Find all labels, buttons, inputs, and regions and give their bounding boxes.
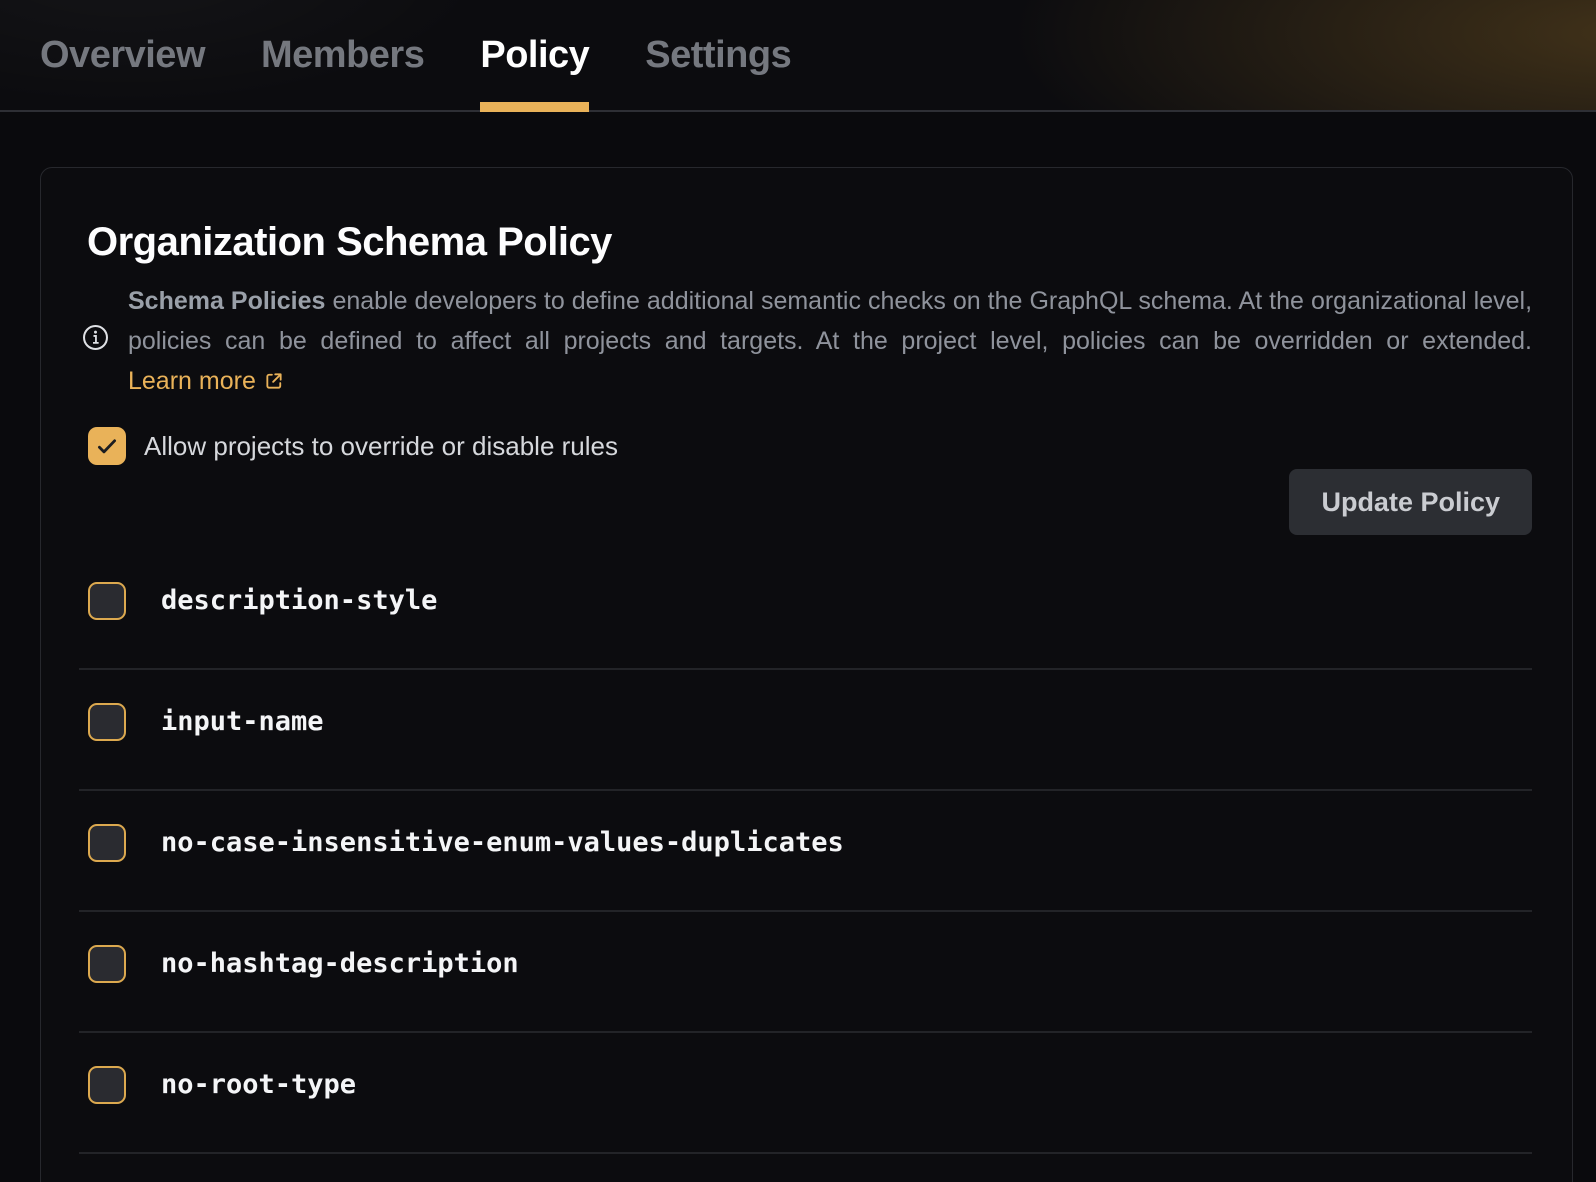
active-tab-underline bbox=[480, 102, 589, 112]
rule-row-no-root-type: no-root-type bbox=[79, 1033, 1532, 1154]
learn-more-link[interactable]: Learn more bbox=[128, 367, 284, 395]
external-link-icon bbox=[264, 371, 284, 391]
rule-row-no-hashtag-description: no-hashtag-description bbox=[79, 912, 1532, 1033]
description-lead: Schema Policies bbox=[128, 287, 325, 315]
allow-override-row: Allow projects to override or disable ru… bbox=[88, 427, 1532, 465]
rule-name: no-case-insensitive-enum-values-duplicat… bbox=[161, 827, 844, 858]
learn-more-label: Learn more bbox=[128, 367, 256, 395]
tab-members[interactable]: Members bbox=[261, 0, 424, 110]
info-circle-icon bbox=[82, 324, 109, 351]
rule-checkbox-no-root-type[interactable] bbox=[88, 1066, 126, 1104]
rule-name: description-style bbox=[161, 585, 437, 616]
rule-checkbox-no-hashtag-description[interactable] bbox=[88, 945, 126, 983]
tab-policy-label: Policy bbox=[480, 34, 589, 77]
tab-policy[interactable]: Policy bbox=[480, 0, 589, 110]
rule-name: no-root-type bbox=[161, 1069, 356, 1100]
rules-list: description-style input-name no-case-ins… bbox=[79, 549, 1532, 1154]
tab-members-label: Members bbox=[261, 34, 424, 77]
allow-override-checkbox[interactable] bbox=[88, 427, 126, 465]
schema-policy-card: Organization Schema Policy Schema Polici… bbox=[40, 167, 1573, 1182]
policy-description: Schema Policies enable developers to def… bbox=[79, 281, 1532, 401]
tab-bar: Overview Members Policy Settings bbox=[0, 0, 1596, 110]
tab-overview-label: Overview bbox=[40, 34, 205, 77]
rule-name: input-name bbox=[161, 706, 324, 737]
page-title: Organization Schema Policy bbox=[87, 220, 1532, 265]
page-header: Overview Members Policy Settings bbox=[0, 0, 1596, 112]
update-policy-button[interactable]: Update Policy bbox=[1289, 469, 1532, 535]
main-content: Organization Schema Policy Schema Polici… bbox=[0, 112, 1596, 1182]
allow-override-label: Allow projects to override or disable ru… bbox=[144, 431, 618, 462]
tab-settings-label: Settings bbox=[645, 34, 791, 77]
rule-checkbox-no-case-insensitive-enum-values-duplicates[interactable] bbox=[88, 824, 126, 862]
tab-settings[interactable]: Settings bbox=[645, 0, 791, 110]
rule-name: no-hashtag-description bbox=[161, 948, 519, 979]
rule-row-no-case-insensitive-enum-values-duplicates: no-case-insensitive-enum-values-duplicat… bbox=[79, 791, 1532, 912]
policy-description-text: Schema Policies enable developers to def… bbox=[128, 281, 1532, 401]
actions-row: Update Policy bbox=[79, 469, 1532, 535]
rule-checkbox-input-name[interactable] bbox=[88, 703, 126, 741]
rule-row-input-name: input-name bbox=[79, 670, 1532, 791]
rule-row-description-style: description-style bbox=[79, 549, 1532, 670]
check-icon bbox=[94, 433, 120, 459]
rule-checkbox-description-style[interactable] bbox=[88, 582, 126, 620]
description-body: enable developers to define additional s… bbox=[128, 287, 1532, 355]
tab-overview[interactable]: Overview bbox=[40, 0, 205, 110]
